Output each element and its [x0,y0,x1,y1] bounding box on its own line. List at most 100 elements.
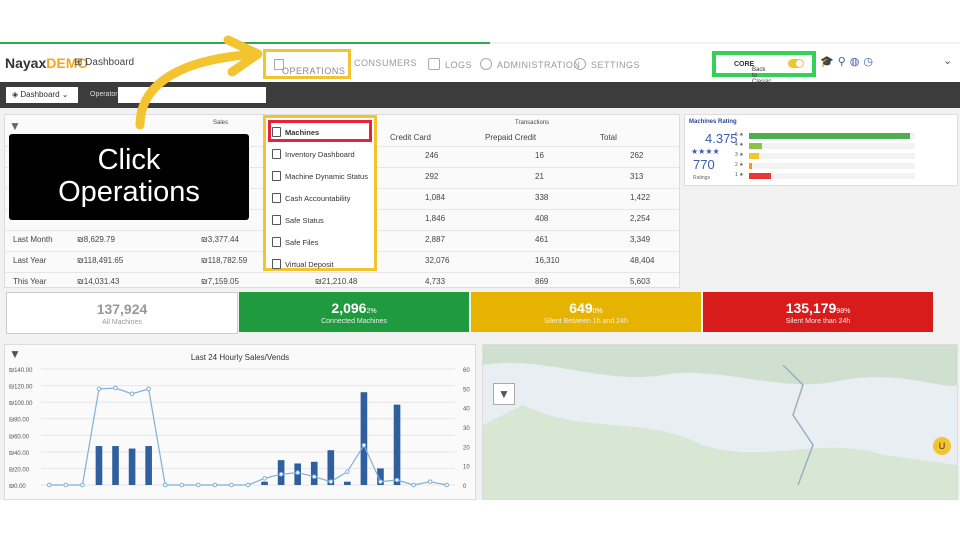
vends-point[interactable] [427,479,433,484]
menu-item[interactable]: Virtual Deposit [272,259,334,269]
vends-point[interactable] [229,482,234,488]
vends-point[interactable] [328,479,334,484]
vends-point[interactable] [63,482,69,488]
vends-point[interactable] [146,386,151,392]
sales-bar[interactable] [112,446,119,485]
column-header[interactable]: Total [600,133,617,142]
vends-point[interactable] [113,385,118,391]
sales-bar[interactable] [360,392,368,485]
vends-point[interactable] [361,442,367,448]
back-to-classic-toggle[interactable]: Back to Classic CORE [712,51,816,85]
table-cell: 2,887 [425,235,446,244]
column-header[interactable]: Credit Card [390,133,431,142]
academy-icon[interactable]: 🎓 [820,56,838,68]
nav-settings[interactable]: SETTINGS [574,58,640,70]
vends-point[interactable] [196,482,201,488]
menu-item[interactable]: Machines [272,127,319,137]
menu-item[interactable]: Inventory Dashboard [272,149,355,159]
vends-point[interactable] [179,482,185,488]
rating-bar [749,143,915,149]
menu-item[interactable]: Machine Dynamic Status [272,171,368,181]
menu-item-icon [272,149,281,159]
sales-bar[interactable] [95,446,103,485]
clock-icon[interactable]: ◷ [863,56,877,68]
y-tick-label: ₪20.00 [9,467,30,473]
hourly-sales-chart-panel: ▼ Last 24 Hourly Sales/Vends ₪140.00 ₪120… [4,344,476,500]
operator-input[interactable] [118,87,266,103]
chevron-down-icon[interactable]: ⌄ [943,54,952,67]
vends-point[interactable] [96,386,102,392]
gear-icon [574,58,586,70]
kpi-card[interactable]: 135,17998% Silent More than 24h [703,292,933,332]
globe-icon[interactable]: ◍ [850,56,864,68]
kpi-card[interactable]: 137,924 All Machines [6,292,238,334]
rating-star-label: 3 ★ [735,152,744,158]
y-tick-label: ₪140.00 [9,368,33,374]
nav-logs[interactable]: LOGS [428,58,472,70]
sales-bar[interactable] [310,461,318,485]
menu-item[interactable]: Safe Status [272,215,324,225]
vends-point[interactable] [295,470,300,475]
sales-bar[interactable] [128,448,136,485]
kpi-card[interactable]: 6490% Silent Between 1h and 24h [471,292,701,332]
vends-point[interactable] [345,469,350,475]
hourly-sales-chart: ₪140.00 ₪120.00 ₪100.00 ₪80.00 ₪60.00 ₪40.00 ₪… [9,368,470,490]
table-cell: ₪7,159.05 [201,277,239,286]
vends-point[interactable] [378,479,383,484]
rating-bar [749,153,915,159]
table-cell: ₪14,031.43 [77,277,120,286]
vends-point[interactable] [411,482,416,488]
vends-point[interactable] [394,477,400,483]
nav-consumers[interactable]: CONSUMERS [354,58,417,68]
rating-count: 770 [693,157,715,172]
sales-bar[interactable] [393,404,401,485]
vends-point[interactable] [46,482,52,488]
table-cell: 21 [535,172,544,181]
sales-group-header: Sales [213,120,229,126]
y-tick-label: ₪60.00 [9,434,30,440]
vends-point[interactable] [311,474,317,480]
table-cell: 869 [535,277,549,286]
machines-map[interactable]: ▼ U [482,344,958,500]
vends-point[interactable] [278,471,284,477]
kpi-label: Silent More than 24h [785,318,851,325]
top-navbar: NayaxDEMO ⊞ Dashboard OPERATIONS CONSUME… [0,44,960,85]
sales-bar[interactable] [261,481,268,485]
column-header[interactable]: Prepaid Credit [485,133,536,142]
nav-administration[interactable]: ADMINISTRATION [480,58,580,70]
classic-toggle-switch[interactable] [788,59,804,68]
menu-item[interactable]: Safe Files [272,237,318,247]
vends-point[interactable] [212,482,218,488]
help-bot-icon[interactable]: U [933,437,951,455]
kpi-value: 135,17998% [785,300,851,316]
kpi-card[interactable]: 2,0962% Connected Machines [239,292,469,332]
dashboard-select[interactable]: ◈ Dashboard ⌄ [6,87,78,103]
vends-point[interactable] [162,482,168,488]
sales-bar[interactable] [344,481,351,485]
table-cell: ₪21,210.48 [315,277,358,286]
table-cell: 262 [630,151,644,160]
menu-item[interactable]: Cash Accountability [272,193,350,203]
breadcrumb: ⊞ Dashboard [74,57,135,68]
nav-operations[interactable]: OPERATIONS [263,49,351,79]
dashboard-toolbar: ◈ Dashboard ⌄ Operator [0,82,960,108]
sales-bar[interactable] [145,446,152,485]
vends-point[interactable] [444,482,450,488]
search-icon[interactable]: ⚲ [838,56,850,68]
rating-bar-fill [749,133,911,139]
menu-item-icon [272,215,281,225]
filter-icon[interactable]: ▼ [9,119,21,133]
vends-point[interactable] [245,482,251,488]
vends-point[interactable] [80,482,85,488]
instruction-callout: Click Operations [9,134,249,220]
rating-star-label: 1 ★ [735,172,744,178]
vends-point[interactable] [262,476,267,481]
table-row [5,272,679,273]
vends-point[interactable] [129,391,135,397]
menu-item-icon [272,259,281,269]
map-filter-icon[interactable]: ▼ [493,383,515,405]
rating-bar-fill [749,173,771,179]
kpi-label: Silent Between 1h and 24h [544,318,628,325]
menu-item-icon [272,237,281,247]
app-window: NayaxDEMO ⊞ Dashboard OPERATIONS CONSUME… [0,42,960,500]
